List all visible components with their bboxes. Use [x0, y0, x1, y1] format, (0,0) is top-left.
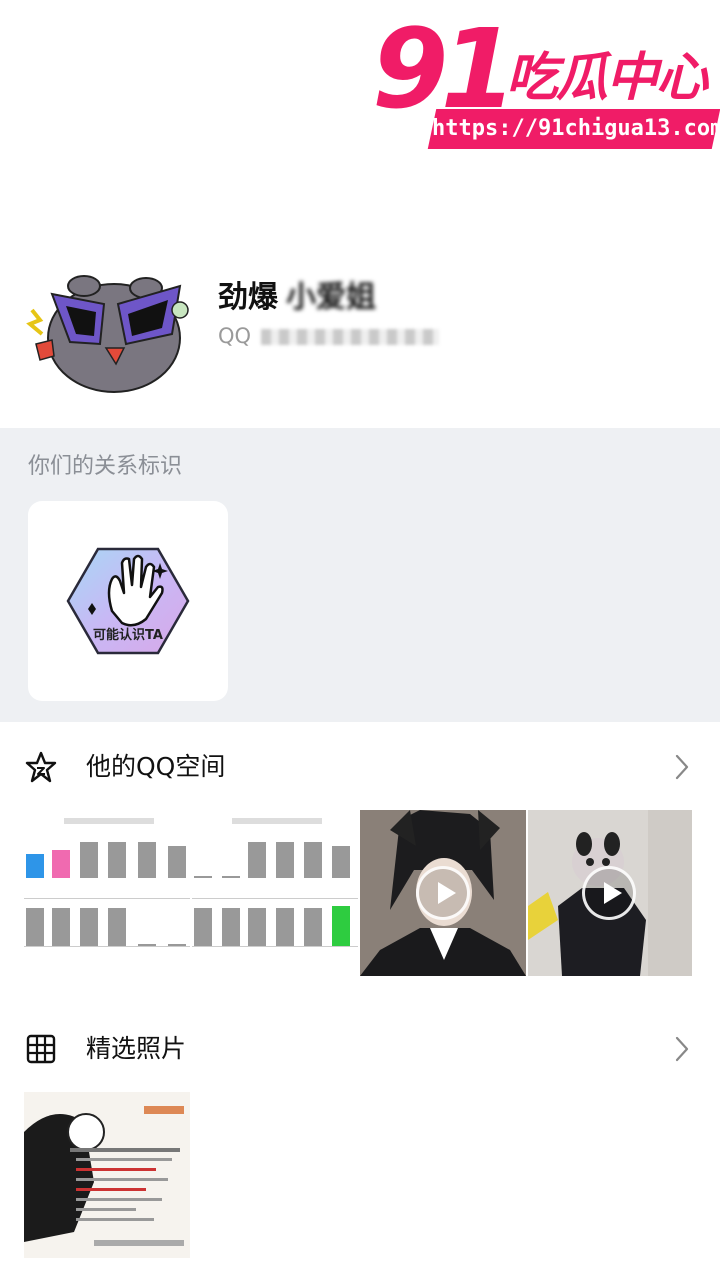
play-icon[interactable] — [582, 866, 636, 920]
relation-section: 你们的关系标识 可能认识TA — [0, 428, 720, 722]
obscured-qq-number — [261, 329, 440, 345]
play-icon[interactable] — [416, 866, 470, 920]
relation-title: 你们的关系标识 — [28, 454, 183, 479]
qzone-thumb-test-result-2[interactable] — [192, 810, 358, 976]
qq-number: QQ — [218, 324, 440, 349]
profile-name: 劲爆 小爱姐 — [218, 280, 376, 315]
watermark-brand: 吃瓜中心 — [506, 48, 708, 108]
selected-photos-row[interactable]: 精选照片 — [0, 1004, 720, 1094]
avatar[interactable] — [22, 264, 192, 394]
qzone-title: 他的QQ空间 — [86, 752, 226, 781]
star-icon — [25, 751, 57, 783]
watermark-number: 91 — [372, 5, 517, 133]
relation-badge-card[interactable]: 可能认识TA — [28, 501, 228, 701]
selected-photo-thumb[interactable] — [24, 1092, 190, 1258]
profile-header: 劲爆 小爱姐 QQ — [0, 228, 720, 428]
qzone-thumbnails — [24, 810, 692, 976]
watermark-url: https://91chigua13.com — [427, 109, 720, 149]
hand-badge-icon — [66, 547, 190, 655]
watermark-logo: 91 吃瓜中心 https://91chigua13.com — [368, 5, 720, 150]
qzone-thumb-video-2[interactable] — [528, 810, 692, 976]
qzone-row[interactable]: 他的QQ空间 — [0, 722, 720, 812]
test-result-image — [24, 818, 190, 947]
selected-photos-title: 精选照片 — [86, 1034, 187, 1063]
obscured-name: 小爱姐 — [286, 280, 376, 315]
chevron-right-icon — [675, 1036, 689, 1062]
grid-icon — [26, 1034, 56, 1064]
chevron-right-icon — [675, 754, 689, 780]
relation-badge-label: 可能认识TA — [93, 628, 163, 643]
qzone-thumb-video-1[interactable] — [360, 810, 526, 976]
qzone-thumb-test-result-1[interactable] — [24, 810, 190, 976]
photo-collage-image — [24, 1092, 190, 1258]
test-result-image — [192, 818, 358, 947]
